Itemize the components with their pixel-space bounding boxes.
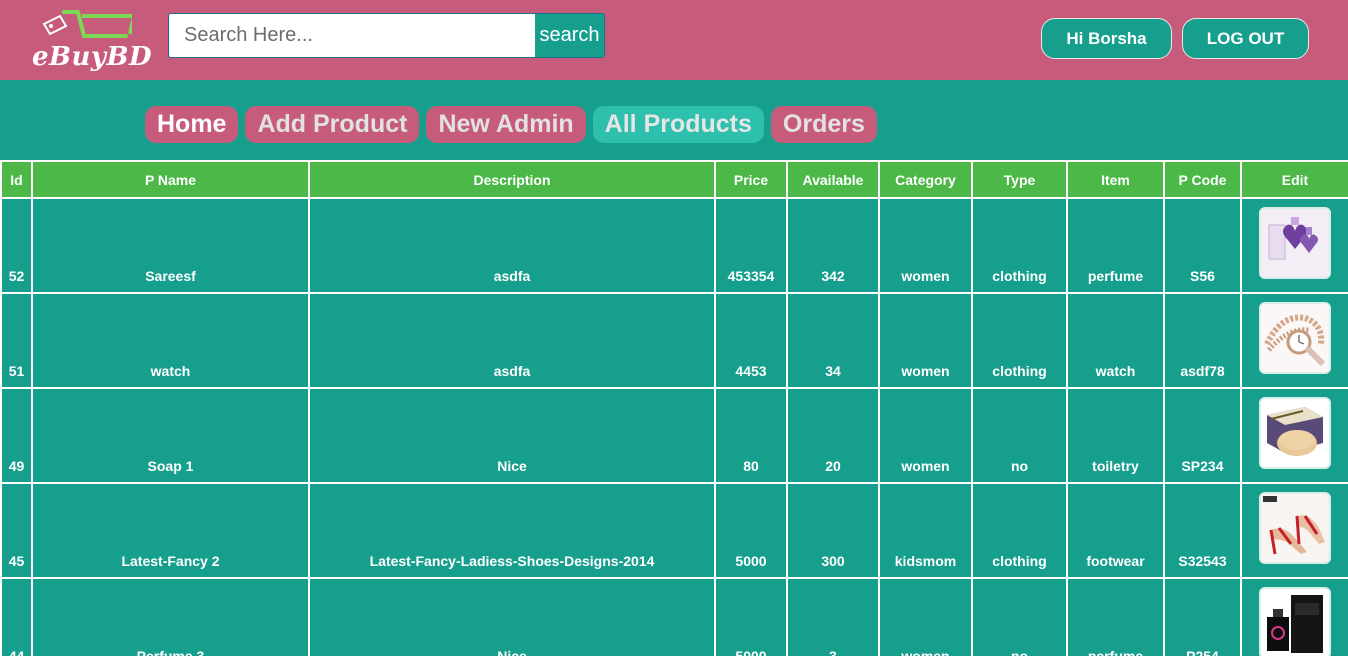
search-bar: search	[168, 13, 605, 58]
cell-description: Nice	[308, 577, 716, 656]
products-table-container: Id P Name Description Price Available Ca…	[0, 160, 1348, 656]
cell-description: Latest-Fancy-Ladiess-Shoes-Designs-2014	[308, 482, 716, 579]
cell-item: footwear	[1066, 482, 1165, 579]
heeled-sandals-image[interactable]	[1259, 492, 1331, 564]
cell-description: asdfa	[308, 292, 716, 389]
nav-all-products[interactable]: All Products	[592, 106, 764, 143]
cell-id: 52	[0, 197, 33, 294]
cell-price: 453354	[714, 197, 788, 294]
cell-code: S56	[1163, 197, 1242, 294]
cell-price: 4453	[714, 292, 788, 389]
column-header-type: Type	[971, 160, 1068, 199]
cell-edit	[1240, 292, 1348, 389]
cell-code: P254	[1163, 577, 1242, 656]
cell-code: SP234	[1163, 387, 1242, 484]
cell-name: Latest-Fancy 2	[31, 482, 310, 579]
cell-name: Soap 1	[31, 387, 310, 484]
cell-category: women	[878, 387, 973, 484]
products-table: Id P Name Description Price Available Ca…	[0, 160, 1348, 656]
column-header-edit: Edit	[1240, 160, 1348, 199]
cell-code: asdf78	[1163, 292, 1242, 389]
cell-type: no	[971, 577, 1068, 656]
cell-item: perfume	[1066, 577, 1165, 656]
cell-item: toiletry	[1066, 387, 1165, 484]
column-header-description: Description	[308, 160, 716, 199]
search-button[interactable]: search	[535, 14, 604, 57]
cell-price: 5000	[714, 577, 788, 656]
column-header-category: Category	[878, 160, 973, 199]
cell-category: women	[878, 197, 973, 294]
nav-new-admin[interactable]: New Admin	[426, 106, 586, 143]
column-header-code: P Code	[1163, 160, 1242, 199]
cell-id: 49	[0, 387, 33, 484]
nav-orders[interactable]: Orders	[770, 106, 877, 143]
user-greeting-button[interactable]: Hi Borsha	[1041, 18, 1172, 59]
cell-item: watch	[1066, 292, 1165, 389]
table-row: 49 Soap 1 Nice 80 20 women no toiletry S…	[0, 387, 1348, 484]
logo-text: eBuyBD	[32, 42, 153, 72]
cell-name: Sareesf	[31, 197, 310, 294]
column-header-id: Id	[0, 160, 33, 199]
cell-type: no	[971, 387, 1068, 484]
cell-price: 80	[714, 387, 788, 484]
cell-edit	[1240, 577, 1348, 656]
cell-available: 300	[786, 482, 880, 579]
column-header-price: Price	[714, 160, 788, 199]
cell-price: 5000	[714, 482, 788, 579]
cell-available: 34	[786, 292, 880, 389]
table-row: 51 watch asdfa 4453 34 women clothing wa…	[0, 292, 1348, 389]
top-header: eBuyBD search Hi Borsha LOG OUT	[0, 0, 1348, 80]
cell-available: 342	[786, 197, 880, 294]
column-header-name: P Name	[31, 160, 310, 199]
cell-category: women	[878, 292, 973, 389]
cell-code: S32543	[1163, 482, 1242, 579]
table-row: 45 Latest-Fancy 2 Latest-Fancy-Ladiess-S…	[0, 482, 1348, 579]
cell-type: clothing	[971, 482, 1068, 579]
column-header-available: Available	[786, 160, 880, 199]
cell-name: Perfume 3	[31, 577, 310, 656]
cell-type: clothing	[971, 292, 1068, 389]
cell-edit	[1240, 197, 1348, 294]
cell-category: kidsmom	[878, 482, 973, 579]
logout-button[interactable]: LOG OUT	[1182, 18, 1309, 59]
black-perfume-image[interactable]	[1259, 587, 1331, 656]
admin-nav: Home Add Product New Admin All Products …	[145, 106, 877, 144]
cell-description: Nice	[308, 387, 716, 484]
cell-available: 20	[786, 387, 880, 484]
bracelet-watch-image[interactable]	[1259, 302, 1331, 374]
table-row: 44 Perfume 3 Nice 5000 3 women no perfum…	[0, 577, 1348, 656]
cell-item: perfume	[1066, 197, 1165, 294]
perfume-bottles-image[interactable]	[1259, 207, 1331, 279]
site-logo[interactable]: eBuyBD	[28, 8, 152, 72]
cell-edit	[1240, 387, 1348, 484]
nav-add-product[interactable]: Add Product	[245, 106, 420, 143]
table-row: 52 Sareesf asdfa 453354 342 women clothi…	[0, 197, 1348, 294]
cell-description: asdfa	[308, 197, 716, 294]
cell-available: 3	[786, 577, 880, 656]
nav-home[interactable]: Home	[145, 106, 239, 143]
cell-id: 51	[0, 292, 33, 389]
cell-id: 44	[0, 577, 33, 656]
table-header-row: Id P Name Description Price Available Ca…	[0, 160, 1348, 199]
cell-id: 45	[0, 482, 33, 579]
soap-bar-image[interactable]	[1259, 397, 1331, 469]
cell-edit	[1240, 482, 1348, 579]
search-input[interactable]	[169, 14, 535, 57]
column-header-item: Item	[1066, 160, 1165, 199]
cell-name: watch	[31, 292, 310, 389]
shopping-cart-icon	[42, 10, 132, 38]
cell-type: clothing	[971, 197, 1068, 294]
cell-category: women	[878, 577, 973, 656]
